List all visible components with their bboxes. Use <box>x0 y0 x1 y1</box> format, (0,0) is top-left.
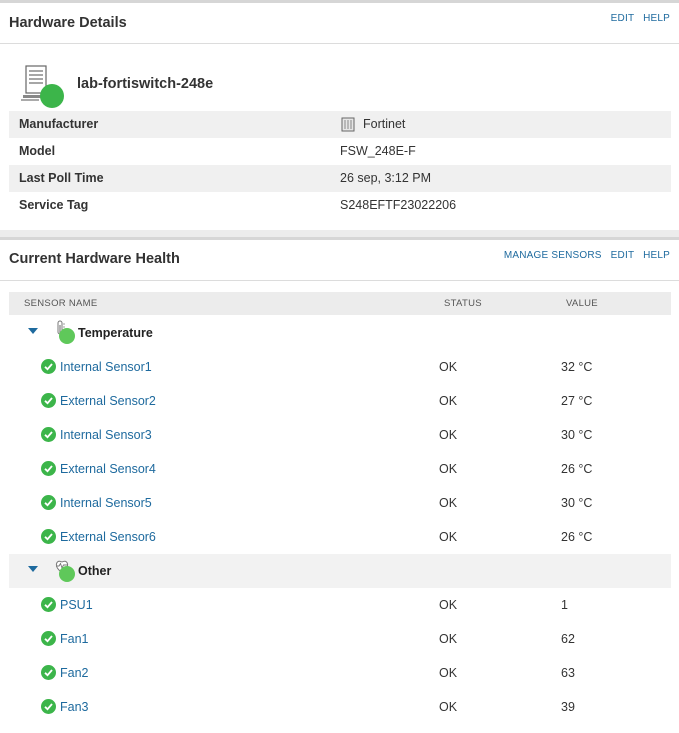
switch-device-icon <box>21 65 64 108</box>
sensor-name-link[interactable]: Fan1 <box>60 632 89 646</box>
detail-label: Last Poll Time <box>19 171 104 185</box>
edit-link[interactable]: EDIT <box>611 250 634 261</box>
sensor-status: OK <box>439 530 458 544</box>
sensor-name-link[interactable]: Fan3 <box>60 700 89 714</box>
sensor-row: Fan3 OK 39 <box>9 690 671 724</box>
detail-row-last-poll-time: Last Poll Time 26 sep, 3:12 PM <box>9 165 671 192</box>
hardware-details-header: Hardware Details EDIT HELP <box>0 3 679 44</box>
sensor-name-link[interactable]: PSU1 <box>60 598 93 612</box>
group-label: Temperature <box>78 326 153 340</box>
sensor-row: Internal Sensor1 OK 32 °C <box>9 350 671 384</box>
collapse-caret-icon[interactable] <box>28 566 38 572</box>
column-status[interactable]: STATUS <box>444 298 482 309</box>
sensor-status: OK <box>439 360 458 374</box>
sensor-row: External Sensor2 OK 27 °C <box>9 384 671 418</box>
sensor-value: 26 °C <box>561 462 593 476</box>
heart-monitor-icon <box>55 560 75 582</box>
sensor-name-link[interactable]: External Sensor4 <box>60 462 156 476</box>
detail-label: Model <box>19 144 56 158</box>
sensor-value: 39 <box>561 700 575 714</box>
thermometer-icon <box>57 320 75 344</box>
sensor-status: OK <box>439 394 458 408</box>
ok-check-icon <box>41 393 56 408</box>
sensor-status: OK <box>439 598 458 612</box>
sensor-status: OK <box>439 700 458 714</box>
hardware-details-links: EDIT HELP <box>605 13 670 24</box>
sensor-value: 30 °C <box>561 496 593 510</box>
ok-check-icon <box>41 597 56 612</box>
detail-value: 26 sep, 3:12 PM <box>340 171 432 185</box>
hardware-health-title: Current Hardware Health <box>9 251 180 267</box>
sensor-value: 1 <box>561 598 568 612</box>
ok-check-icon <box>41 529 56 544</box>
hardware-details-panel: Hardware Details EDIT HELP lab-fortiswit… <box>0 0 679 230</box>
sensor-value: 63 <box>561 666 575 680</box>
detail-value: FSW_248E-F <box>340 144 416 158</box>
sensor-name-link[interactable]: Fan2 <box>60 666 89 680</box>
sensor-value: 32 °C <box>561 360 593 374</box>
group-row-temperature[interactable]: Temperature <box>9 316 671 350</box>
ok-check-icon <box>41 631 56 646</box>
sensor-status: OK <box>439 496 458 510</box>
detail-label: Service Tag <box>19 198 89 212</box>
hardware-health-panel: Current Hardware Health MANAGE SENSORS E… <box>0 237 679 733</box>
hardware-health-links: MANAGE SENSORS EDIT HELP <box>498 250 670 261</box>
sensor-status: OK <box>439 666 458 680</box>
sensor-row: Fan1 OK 62 <box>9 622 671 656</box>
column-value[interactable]: VALUE <box>566 298 598 309</box>
sensor-row: Internal Sensor3 OK 30 °C <box>9 418 671 452</box>
sensor-row: Internal Sensor5 OK 30 °C <box>9 486 671 520</box>
hardware-details-title: Hardware Details <box>9 15 127 31</box>
detail-row-service-tag: Service Tag S248EFTF23022206 <box>9 192 671 219</box>
ok-check-icon <box>41 699 56 714</box>
sensor-value: 27 °C <box>561 394 593 408</box>
sensor-value: 30 °C <box>561 428 593 442</box>
sensor-value: 26 °C <box>561 530 593 544</box>
collapse-caret-icon[interactable] <box>28 328 38 334</box>
sensor-name-link[interactable]: Internal Sensor3 <box>60 428 152 442</box>
ok-check-icon <box>41 427 56 442</box>
sensor-row: PSU1 OK 1 <box>9 588 671 622</box>
sensor-status: OK <box>439 428 458 442</box>
help-link[interactable]: HELP <box>643 250 670 261</box>
detail-row-manufacturer: Manufacturer Fortinet <box>9 111 671 138</box>
detail-value: Fortinet <box>363 117 406 131</box>
help-link[interactable]: HELP <box>643 13 670 24</box>
ok-check-icon <box>41 495 56 510</box>
group-label: Other <box>78 564 112 578</box>
edit-link[interactable]: EDIT <box>611 13 634 24</box>
sensor-name-link[interactable]: External Sensor6 <box>60 530 156 544</box>
sensor-row: External Sensor6 OK 26 °C <box>9 520 671 554</box>
manage-sensors-link[interactable]: MANAGE SENSORS <box>504 250 602 261</box>
sensor-status: OK <box>439 632 458 646</box>
sensor-value: 62 <box>561 632 575 646</box>
sensor-name-link[interactable]: Internal Sensor1 <box>60 360 152 374</box>
vendor-icon <box>341 117 355 132</box>
group-row-other[interactable]: Other <box>9 554 671 588</box>
sensor-name-link[interactable]: Internal Sensor5 <box>60 496 152 510</box>
sensor-row: External Sensor4 OK 26 °C <box>9 452 671 486</box>
ok-check-icon <box>41 665 56 680</box>
sensor-name-link[interactable]: External Sensor2 <box>60 394 156 408</box>
device-name: lab-fortiswitch-248e <box>77 76 214 92</box>
sensor-row: Fan2 OK 63 <box>9 656 671 690</box>
ok-check-icon <box>41 461 56 476</box>
sensor-table-header: SENSOR NAME STATUS VALUE <box>9 292 671 315</box>
hardware-health-header: Current Hardware Health MANAGE SENSORS E… <box>0 240 679 281</box>
ok-check-icon <box>41 359 56 374</box>
detail-row-model: Model FSW_248E-F <box>9 138 671 165</box>
detail-label: Manufacturer <box>19 117 99 131</box>
column-sensor-name[interactable]: SENSOR NAME <box>24 298 98 309</box>
detail-value: S248EFTF23022206 <box>340 198 457 212</box>
sensor-status: OK <box>439 462 458 476</box>
